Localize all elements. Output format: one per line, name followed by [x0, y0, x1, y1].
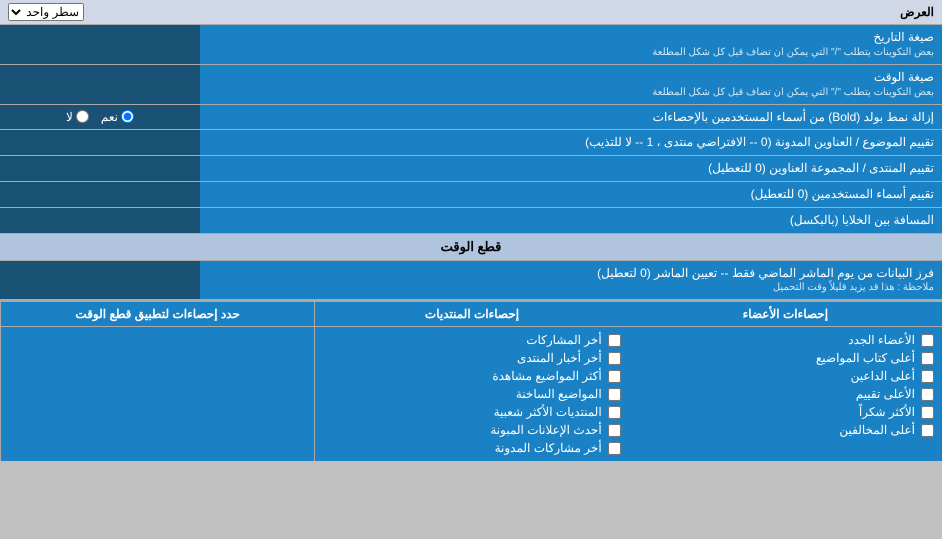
- stats-header-row: إحصاءات الأعضاء إحصاءات المنتديات حدد إح…: [0, 302, 942, 327]
- latest-posts-checkbox[interactable]: [608, 334, 621, 347]
- stats-content-row: الأعضاء الجدد أعلى كتاب المواضيع أعلى ال…: [0, 327, 942, 461]
- list-item: أعلى المخالفين: [637, 421, 934, 439]
- forum-order-input[interactable]: 33: [8, 162, 192, 176]
- bold-remove-radio-container: نعم لا: [0, 105, 200, 130]
- top-violators-checkbox[interactable]: [921, 424, 934, 437]
- top-inviters-checkbox[interactable]: [921, 370, 934, 383]
- realtime-section-header: قطع الوقت: [0, 234, 942, 261]
- list-item: أخر المشاركات: [323, 331, 620, 349]
- stats-col-forums: أخر المشاركات أخر أخبار المنتدى أكثر الم…: [314, 327, 628, 461]
- topics-order-input-container: 33: [0, 130, 200, 155]
- list-item: أكثر المواضيع مشاهدة: [323, 367, 620, 385]
- stats-mid-header-cell: إحصاءات المنتديات: [314, 302, 628, 326]
- date-format-label: صيغة التاريخ بعض التكوينات يتطلب "/" الت…: [200, 25, 942, 64]
- list-item: أخر أخبار المنتدى: [323, 349, 620, 367]
- bold-remove-row: إزالة نمط بولد (Bold) من أسماء المستخدمي…: [0, 105, 942, 131]
- users-order-input[interactable]: 0: [8, 187, 192, 201]
- time-format-input-container: H:i: [0, 65, 200, 104]
- gap-input-container: 2: [0, 208, 200, 233]
- bold-yes-radio[interactable]: [121, 110, 134, 123]
- time-format-input[interactable]: H:i: [8, 77, 192, 91]
- time-format-row: صيغة الوقت بعض التكوينات يتطلب "/" التي …: [0, 65, 942, 105]
- latest-news-checkbox[interactable]: [608, 352, 621, 365]
- hot-topics-checkbox[interactable]: [608, 388, 621, 401]
- list-item: الأعضاء الجدد: [637, 331, 934, 349]
- topics-order-label: تقييم الموضوع / العناوين المدونة (0 -- ا…: [200, 130, 942, 155]
- list-item: أحدث الإعلانات المبونة: [323, 421, 620, 439]
- gap-input[interactable]: 2: [8, 213, 192, 227]
- realtime-filter-label: فرز البيانات من يوم الماشر الماضي فقط --…: [200, 261, 942, 300]
- new-members-checkbox[interactable]: [921, 334, 934, 347]
- list-item: أعلى الداعين: [637, 367, 934, 385]
- stats-section: إحصاءات الأعضاء إحصاءات المنتديات حدد إح…: [0, 300, 942, 461]
- stats-col-select: [0, 327, 314, 461]
- date-format-row: صيغة التاريخ بعض التكوينات يتطلب "/" الت…: [0, 25, 942, 65]
- top-topics-writers-checkbox[interactable]: [921, 352, 934, 365]
- gap-row: المسافة بين الخلايا (بالبكسل) 2: [0, 208, 942, 234]
- stats-left-header-cell: إحصاءات الأعضاء: [629, 302, 942, 326]
- bold-no-radio[interactable]: [76, 110, 89, 123]
- most-thanked-checkbox[interactable]: [921, 406, 934, 419]
- forum-order-label: تقييم المنتدى / المجموعة العناوين (0 للت…: [200, 156, 942, 181]
- time-format-label: صيغة الوقت بعض التكوينات يتطلب "/" التي …: [200, 65, 942, 104]
- list-item: المنتديات الأكثر شعبية: [323, 403, 620, 421]
- bold-remove-label: إزالة نمط بولد (Bold) من أسماء المستخدمي…: [200, 105, 942, 130]
- stats-right-header-cell: حدد إحصاءات لتطبيق قطع الوقت: [0, 302, 314, 326]
- stats-col-members: الأعضاء الجدد أعلى كتاب المواضيع أعلى ال…: [629, 327, 942, 461]
- realtime-filter-input[interactable]: 0: [8, 273, 192, 287]
- list-item: أخر مشاركات المدونة: [323, 439, 620, 457]
- list-item: الأعلى تقييم: [637, 385, 934, 403]
- most-viewed-checkbox[interactable]: [608, 370, 621, 383]
- forum-order-row: تقييم المنتدى / المجموعة العناوين (0 للت…: [0, 156, 942, 182]
- display-select[interactable]: سطر واحد سطران ثلاثة أسطر: [8, 3, 84, 21]
- realtime-filter-row: فرز البيانات من يوم الماشر الماضي فقط --…: [0, 261, 942, 301]
- users-order-label: تقييم أسماء المستخدمين (0 للتعطيل): [200, 182, 942, 207]
- popular-forums-checkbox[interactable]: [608, 406, 621, 419]
- bold-yes-label: نعم: [101, 110, 134, 124]
- latest-blog-posts-checkbox[interactable]: [608, 442, 621, 455]
- date-format-input-container: d-m: [0, 25, 200, 64]
- list-item: الأكثر شكراً: [637, 403, 934, 421]
- users-order-input-container: 0: [0, 182, 200, 207]
- users-order-row: تقييم أسماء المستخدمين (0 للتعطيل) 0: [0, 182, 942, 208]
- bold-no-label: لا: [66, 110, 89, 124]
- topics-order-row: تقييم الموضوع / العناوين المدونة (0 -- ا…: [0, 130, 942, 156]
- list-item: المواضيع الساخنة: [323, 385, 620, 403]
- top-rated-checkbox[interactable]: [921, 388, 934, 401]
- list-item: أعلى كتاب المواضيع: [637, 349, 934, 367]
- forum-order-input-container: 33: [0, 156, 200, 181]
- topics-order-input[interactable]: 33: [8, 136, 192, 150]
- display-label: العرض: [900, 5, 934, 19]
- gap-label: المسافة بين الخلايا (بالبكسل): [200, 208, 942, 233]
- latest-pinned-checkbox[interactable]: [608, 424, 621, 437]
- date-format-input[interactable]: d-m: [8, 37, 192, 51]
- realtime-filter-input-container: 0: [0, 261, 200, 300]
